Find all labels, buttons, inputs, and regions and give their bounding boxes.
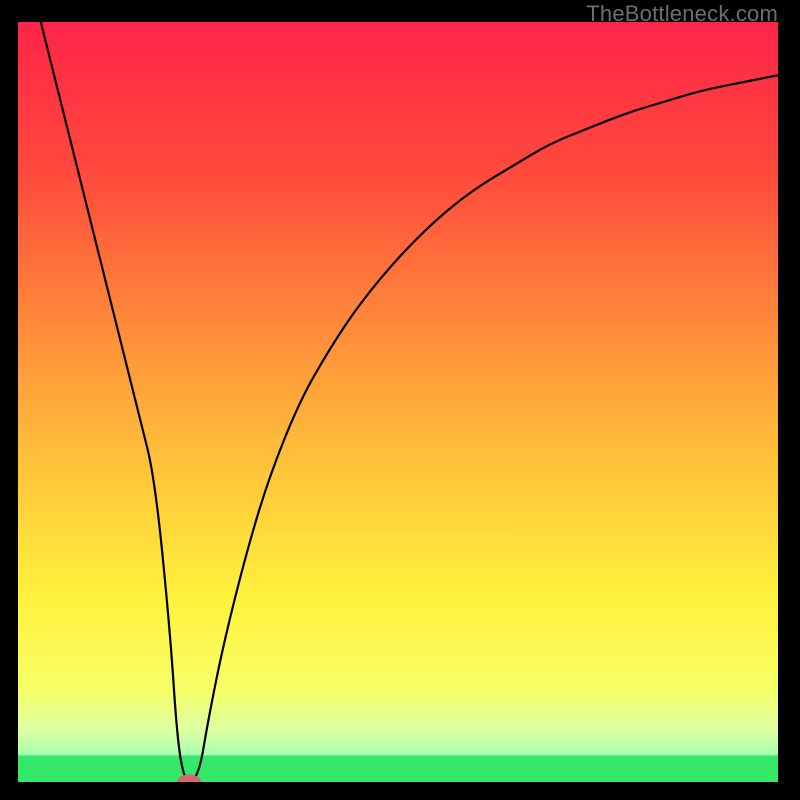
gradient-background xyxy=(18,22,778,782)
watermark-text: TheBottleneck.com xyxy=(586,0,778,28)
green-band xyxy=(18,755,778,782)
chart-frame: TheBottleneck.com xyxy=(0,0,800,800)
chart-svg xyxy=(18,22,778,782)
